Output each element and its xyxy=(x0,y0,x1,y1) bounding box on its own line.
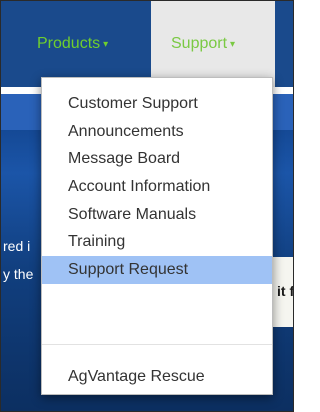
hero-text-line2: y the xyxy=(3,266,34,282)
menu-item-message-board[interactable]: Message Board xyxy=(42,145,272,173)
nav-products-label: Products xyxy=(37,35,101,52)
support-dropdown-menu: Customer Support Announcements Message B… xyxy=(41,77,273,395)
menu-item-software-manuals[interactable]: Software Manuals xyxy=(42,201,272,229)
menu-divider xyxy=(42,344,272,345)
caret-down-icon: ▾ xyxy=(103,39,109,50)
menu-item-training[interactable]: Training xyxy=(42,228,272,256)
top-navbar: Products ▾ Support ▾ xyxy=(1,1,293,87)
caret-down-icon: ▾ xyxy=(230,39,236,50)
hero-text-line1: red i xyxy=(3,238,31,254)
menu-item-customer-support[interactable]: Customer Support xyxy=(42,90,272,118)
menu-item-agvantage-rescue[interactable]: AgVantage Rescue xyxy=(42,363,272,391)
page-frame: Products▾ Support▾ red i y the nta use i… xyxy=(0,0,294,412)
menu-item-account-information[interactable]: Account Information xyxy=(42,173,272,201)
menu-item-support-request[interactable]: Support Request xyxy=(42,256,272,284)
nav-support-label: Support xyxy=(171,35,228,52)
nav-support[interactable]: Support ▾ xyxy=(151,1,275,87)
menu-list: Customer Support Announcements Message B… xyxy=(42,90,272,284)
menu-item-announcements[interactable]: Announcements xyxy=(42,118,272,146)
nav-products[interactable]: Products ▾ xyxy=(1,1,151,87)
